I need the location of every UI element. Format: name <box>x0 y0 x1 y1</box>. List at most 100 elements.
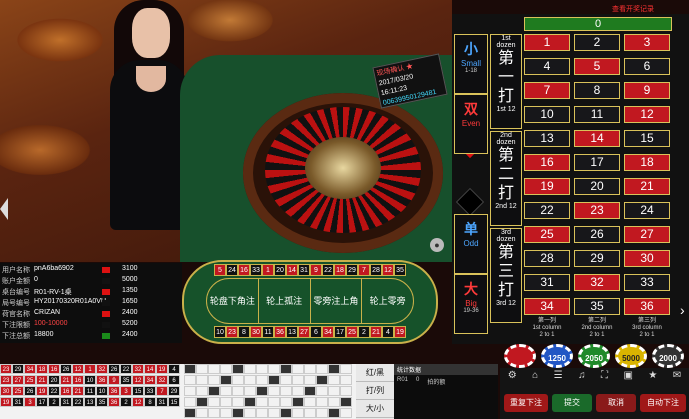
bet-number-34[interactable]: 34 <box>524 298 570 315</box>
menu-icon[interactable]: ☰ <box>554 370 563 386</box>
bet-number-28[interactable]: 28 <box>524 250 570 267</box>
track-number-30[interactable]: 30 <box>250 326 262 338</box>
track-number-17[interactable]: 17 <box>334 326 346 338</box>
window-icon[interactable]: ▣ <box>623 370 632 386</box>
bet-zero[interactable]: 0 <box>524 17 672 31</box>
bet-dozen-2[interactable]: 2nd dozen 第二打 2nd 12 <box>490 131 522 226</box>
track-number-35[interactable]: 35 <box>394 264 406 276</box>
bet-number-25[interactable]: 25 <box>524 226 570 243</box>
bet-number-8[interactable]: 8 <box>574 82 620 99</box>
bet-number-7[interactable]: 7 <box>524 82 570 99</box>
bet-number-3[interactable]: 3 <box>624 34 670 51</box>
track-number-18[interactable]: 18 <box>334 264 346 276</box>
bet-number-29[interactable]: 29 <box>574 250 620 267</box>
track-number-24[interactable]: 24 <box>226 264 238 276</box>
bet-number-15[interactable]: 15 <box>624 130 670 147</box>
bet-number-10[interactable]: 10 <box>524 106 570 123</box>
camera-switch-icon[interactable]: ● <box>430 238 444 252</box>
track-number-2[interactable]: 2 <box>358 326 370 338</box>
track-number-31[interactable]: 31 <box>298 264 310 276</box>
track-number-21[interactable]: 21 <box>370 326 382 338</box>
bet-number-4[interactable]: 4 <box>524 58 570 75</box>
track-section-tiers[interactable]: 轮盘下角注 <box>207 279 259 323</box>
black-diamond-bet[interactable] <box>455 187 485 217</box>
music-icon[interactable]: ♫ <box>578 370 586 386</box>
track-number-16[interactable]: 16 <box>238 264 250 276</box>
chip-2[interactable]: 1250 <box>541 344 573 368</box>
bet-number-36[interactable]: 36 <box>624 298 670 315</box>
tab-red-black[interactable]: 红/黑 <box>356 364 394 382</box>
track-number-12[interactable]: 12 <box>382 264 394 276</box>
track-number-36[interactable]: 36 <box>274 326 286 338</box>
track-number-11[interactable]: 11 <box>262 326 274 338</box>
bet-number-22[interactable]: 22 <box>524 202 570 219</box>
bet-dozen-3[interactable]: 3rd dozen 第三打 3rd 12 <box>490 228 522 323</box>
bet-number-13[interactable]: 13 <box>524 130 570 147</box>
cancel-button[interactable]: 取消 <box>596 394 636 412</box>
track-number-23[interactable]: 23 <box>226 326 238 338</box>
confirm-button[interactable]: 提交 <box>552 394 592 412</box>
bet-dozen-1[interactable]: 1st dozen 第一打 1st 12 <box>490 34 522 129</box>
bet-number-6[interactable]: 6 <box>624 58 670 75</box>
message-icon[interactable]: ✉ <box>673 370 681 386</box>
tab-big-small[interactable]: 大/小 <box>356 400 394 418</box>
bet-column-3[interactable]: 第三列 3rd column 2 to 1 <box>624 318 670 344</box>
fullscreen-icon[interactable]: ⛶ <box>601 370 608 386</box>
chip-4[interactable]: 5000 <box>615 344 647 368</box>
bet-number-12[interactable]: 12 <box>624 106 670 123</box>
track-number-10[interactable]: 10 <box>214 326 226 338</box>
bet-column-2[interactable]: 第二列 2nd column 2 to 1 <box>574 318 620 344</box>
track-number-19[interactable]: 19 <box>394 326 406 338</box>
chip-5[interactable]: 2000 <box>652 344 684 368</box>
track-number-1[interactable]: 1 <box>262 264 274 276</box>
home-icon[interactable]: ⌂ <box>532 370 538 386</box>
track-section-orphans[interactable]: 轮上孤注 <box>259 279 311 323</box>
track-number-25[interactable]: 25 <box>346 326 358 338</box>
chip-1[interactable] <box>504 344 536 368</box>
settings-icon[interactable]: ⚙ <box>508 370 517 386</box>
track-number-34[interactable]: 34 <box>322 326 334 338</box>
bet-number-24[interactable]: 24 <box>624 202 670 219</box>
arrow-right-icon[interactable]: › <box>680 302 689 324</box>
bet-number-11[interactable]: 11 <box>574 106 620 123</box>
bet-number-31[interactable]: 31 <box>524 274 570 291</box>
bet-number-35[interactable]: 35 <box>574 298 620 315</box>
bet-number-32[interactable]: 32 <box>574 274 620 291</box>
track-number-4[interactable]: 4 <box>382 326 394 338</box>
track-number-27[interactable]: 27 <box>298 326 310 338</box>
track-number-28[interactable]: 28 <box>370 264 382 276</box>
track-number-33[interactable]: 33 <box>250 264 262 276</box>
bet-number-9[interactable]: 9 <box>624 82 670 99</box>
history-link[interactable]: 查看开奖记录 <box>612 4 654 14</box>
track-number-14[interactable]: 14 <box>286 264 298 276</box>
bet-number-23[interactable]: 23 <box>574 202 620 219</box>
bet-number-33[interactable]: 33 <box>624 274 670 291</box>
bet-odd[interactable]: 单 Odd <box>454 214 488 274</box>
bet-number-26[interactable]: 26 <box>574 226 620 243</box>
bet-number-1[interactable]: 1 <box>524 34 570 51</box>
bet-number-30[interactable]: 30 <box>624 250 670 267</box>
auto-bet-button[interactable]: 自动下注 <box>640 394 686 412</box>
bet-number-20[interactable]: 20 <box>574 178 620 195</box>
bet-even[interactable]: 双 Even <box>454 94 488 154</box>
track-section-zero[interactable]: 轮上零旁 <box>362 279 413 323</box>
bet-number-19[interactable]: 19 <box>524 178 570 195</box>
bet-number-5[interactable]: 5 <box>574 58 620 75</box>
track-number-6[interactable]: 6 <box>310 326 322 338</box>
track-number-8[interactable]: 8 <box>238 326 250 338</box>
bet-number-18[interactable]: 18 <box>624 154 670 171</box>
track-section-voisins[interactable]: 零旁注上角 <box>311 279 363 323</box>
tab-dozen-column[interactable]: 打/列 <box>356 382 394 400</box>
bet-number-2[interactable]: 2 <box>574 34 620 51</box>
bet-number-21[interactable]: 21 <box>624 178 670 195</box>
bet-small[interactable]: 小 Small 1-18 <box>454 34 488 94</box>
bet-number-16[interactable]: 16 <box>524 154 570 171</box>
favorite-icon[interactable]: ★ <box>648 370 657 386</box>
bet-big[interactable]: 大 Big 19-36 <box>454 274 488 334</box>
track-number-5[interactable]: 5 <box>214 264 226 276</box>
track-number-9[interactable]: 9 <box>310 264 322 276</box>
track-number-22[interactable]: 22 <box>322 264 334 276</box>
track-number-20[interactable]: 20 <box>274 264 286 276</box>
bet-number-27[interactable]: 27 <box>624 226 670 243</box>
track-number-13[interactable]: 13 <box>286 326 298 338</box>
